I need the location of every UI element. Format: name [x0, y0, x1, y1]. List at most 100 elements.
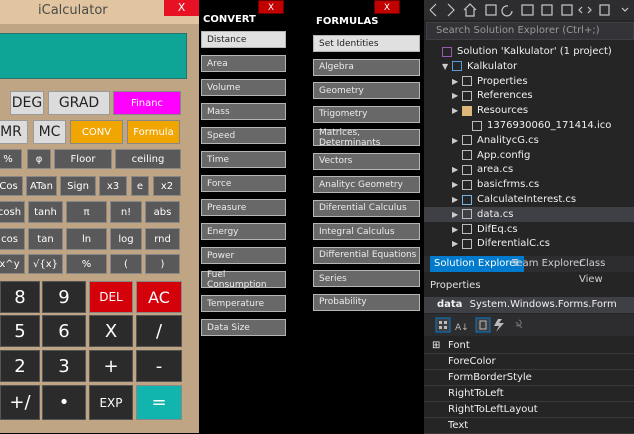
calc-key-2-3[interactable]: ceiling	[115, 149, 181, 169]
calc-key-6-3[interactable]: (	[110, 254, 142, 274]
tree-item[interactable]: ▶ DifEq.cs	[424, 222, 634, 237]
tree-item[interactable]: ▶ area.cs	[424, 162, 634, 177]
calc-key-5-4[interactable]: rnd	[145, 228, 180, 250]
calc-key-5-3[interactable]: log	[110, 228, 142, 250]
expand-icon[interactable]: ▶	[452, 225, 462, 234]
calc-key-6-1[interactable]: √{x}	[28, 254, 63, 274]
tree-item[interactable]: ▶ CalculateInterest.cs	[424, 192, 634, 207]
calc-key-6-4[interactable]: )	[145, 254, 180, 274]
property-row[interactable]: ⊞ Font	[424, 338, 634, 354]
expand-icon[interactable]: ▶	[452, 239, 462, 248]
convert-item[interactable]: Mass	[201, 103, 286, 120]
formulas-item[interactable]: Geometry	[313, 82, 420, 99]
calc-key-1-2[interactable]: CONV	[70, 120, 123, 144]
calc-key-5-1[interactable]: tan	[28, 228, 63, 250]
calc-key-2-2[interactable]: Floor	[54, 149, 112, 169]
calc-key-3-4[interactable]: e	[131, 176, 149, 196]
formulas-item[interactable]: Algebra	[313, 58, 420, 76]
calc-key-10-1[interactable]: •	[42, 385, 86, 420]
expand-icon[interactable]: ⊞	[432, 338, 440, 354]
convert-item[interactable]: Area	[201, 55, 286, 72]
calc-key-8-0[interactable]: 5	[0, 315, 40, 347]
calc-key-2-1[interactable]: φ	[27, 149, 51, 169]
calc-key-1-0[interactable]: MR	[0, 120, 28, 144]
convert-item[interactable]: Force	[201, 175, 286, 192]
calc-key-0-0[interactable]: DEG	[10, 91, 44, 115]
expand-icon[interactable]: ▶	[452, 165, 462, 174]
expand-icon[interactable]: ▶	[452, 180, 462, 189]
formulas-item[interactable]: Series	[313, 270, 420, 287]
calc-key-9-3[interactable]: -	[136, 350, 182, 382]
calc-key-4-1[interactable]: tanh	[28, 201, 63, 223]
formulas-item[interactable]: Analityc Geometry	[313, 176, 420, 193]
calc-key-3-2[interactable]: Sign	[60, 176, 96, 196]
tree-item[interactable]: ▶ AnalitycG.cs	[424, 133, 634, 148]
formulas-item[interactable]: Probability	[313, 293, 420, 311]
formulas-item[interactable]: Diferential Calculus	[313, 199, 420, 217]
convert-item[interactable]: Energy	[201, 223, 286, 240]
tree-item[interactable]: ▶ Properties	[424, 74, 634, 89]
tree-item[interactable]: ▶ Resources	[424, 103, 634, 118]
calc-key-7-1[interactable]: 9	[42, 281, 86, 313]
formulas-item[interactable]: Set Identities	[313, 35, 420, 52]
tree-item[interactable]: Solution 'Kalkulator' (1 project)	[424, 44, 634, 59]
calc-key-4-3[interactable]: n!	[110, 201, 142, 223]
calc-key-6-0[interactable]: x^y	[0, 254, 25, 274]
calc-key-7-3[interactable]: AC	[136, 281, 182, 313]
formulas-item[interactable]: Matrices, Determinants	[313, 128, 420, 148]
calc-key-3-1[interactable]: ATan	[26, 176, 57, 196]
property-row[interactable]: ForeColor	[424, 354, 634, 370]
tree-item[interactable]: ▶ References	[424, 88, 634, 103]
formulas-item[interactable]: Trigometry	[313, 105, 420, 123]
property-row[interactable]: Text	[424, 418, 634, 434]
tree-item[interactable]: ▼ Kalkulator	[424, 59, 634, 74]
calc-key-5-0[interactable]: cos	[0, 228, 25, 250]
formulas-item[interactable]: Differential Equations	[313, 246, 420, 264]
calc-key-7-2[interactable]: DEL	[89, 281, 133, 313]
convert-close-button[interactable]: X	[258, 0, 284, 14]
expand-icon[interactable]: ▶	[452, 91, 462, 100]
formulas-item[interactable]: Integral Calculus	[313, 223, 420, 240]
calc-key-9-1[interactable]: 3	[42, 350, 86, 382]
tree-item[interactable]: ▶ DiferentialC.cs	[424, 236, 634, 251]
convert-item[interactable]: Speed	[201, 127, 286, 144]
calc-key-1-1[interactable]: MC	[33, 120, 66, 144]
expand-icon[interactable]: ▼	[442, 62, 452, 71]
tree-item[interactable]: 1376930060_171414.ico	[424, 118, 634, 133]
convert-item[interactable]: Volume	[201, 79, 286, 96]
calc-key-4-2[interactable]: π	[66, 201, 107, 223]
expand-icon[interactable]: ▶	[452, 106, 462, 115]
calc-key-8-2[interactable]: X	[89, 315, 133, 347]
calc-key-3-3[interactable]: x3	[99, 176, 127, 196]
properties-object-selector[interactable]: data System.Windows.Forms.Form	[424, 297, 634, 313]
property-row[interactable]: RightToLeftLayout	[424, 402, 634, 418]
calculator-close-button[interactable]: X	[164, 0, 199, 16]
property-row[interactable]: FormBorderStyle	[424, 370, 634, 386]
calc-key-2-0[interactable]: %	[0, 149, 22, 169]
calc-key-10-2[interactable]: EXP	[89, 385, 133, 420]
solution-search-input[interactable]: Search Solution Explorer (Ctrl+;)	[426, 22, 634, 40]
calc-key-10-3[interactable]: =	[136, 385, 182, 420]
calc-key-6-2[interactable]: %	[66, 254, 107, 274]
calc-key-4-4[interactable]: abs	[145, 201, 180, 223]
expand-icon[interactable]: ▶	[452, 77, 462, 86]
property-row[interactable]: RightToLeft	[424, 386, 634, 402]
expand-icon[interactable]: ▶	[452, 210, 462, 219]
calc-key-9-0[interactable]: 2	[0, 350, 40, 382]
calc-key-0-2[interactable]: Financ	[113, 91, 181, 115]
convert-item[interactable]: Data Size	[201, 319, 286, 336]
convert-item[interactable]: Time	[201, 151, 286, 168]
calc-key-8-3[interactable]: /	[136, 315, 182, 347]
calc-key-9-2[interactable]: +	[89, 350, 133, 382]
formulas-item[interactable]: Vectors	[313, 152, 420, 170]
calc-key-0-1[interactable]: GRAD	[48, 91, 110, 115]
calc-key-8-1[interactable]: 6	[42, 315, 86, 347]
calc-key-3-5[interactable]: x2	[153, 176, 181, 196]
convert-item[interactable]: Power	[201, 247, 286, 264]
convert-item[interactable]: Temperature	[201, 295, 286, 312]
calc-key-3-0[interactable]: Cos	[0, 176, 23, 196]
tree-item[interactable]: ▶ basicfrms.cs	[424, 177, 634, 192]
expand-icon[interactable]: ▶	[452, 136, 462, 145]
tab-class-view[interactable]: Class View	[575, 256, 634, 285]
calc-key-10-0[interactable]: +/	[0, 385, 40, 420]
